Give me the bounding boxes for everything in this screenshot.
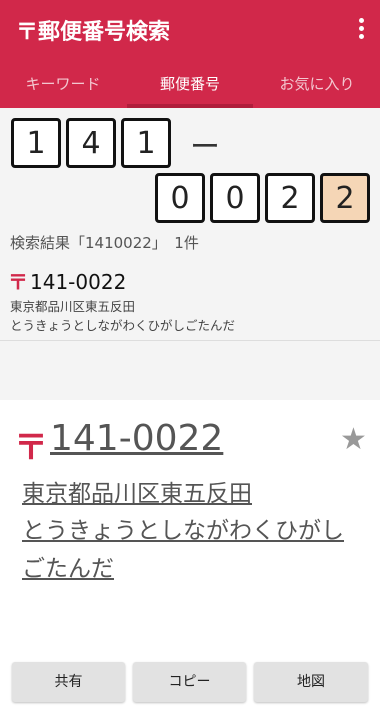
digit-box-1[interactable]: 1 (11, 118, 61, 168)
list-item[interactable]: 〒 141-0022 東京都品川区東五反田 とうきょうとしながわくひがしごたんだ (0, 262, 380, 340)
app-title: 〒郵便番号検索 (16, 20, 171, 45)
digit-box-5[interactable]: 0 (210, 173, 260, 223)
more-vert-icon[interactable] (356, 18, 366, 42)
app-bar: 〒郵便番号検索 (0, 0, 380, 60)
digit-box-6[interactable]: 2 (265, 173, 315, 223)
search-results-count: 検索結果「1410022」 1件 (10, 234, 199, 252)
digit-box-2[interactable]: 4 (66, 118, 116, 168)
postal-mark-icon: 〒 (8, 270, 28, 294)
digit-box-3[interactable]: 1 (121, 118, 171, 168)
result-postal-code: 141-0022 (30, 270, 127, 294)
digit-box-7-current[interactable]: 2 (320, 173, 370, 223)
share-button[interactable]: 共有 (12, 662, 125, 702)
copy-button[interactable]: コピー (133, 662, 246, 702)
tab-favorites[interactable]: お気に入り (254, 60, 380, 108)
detail-kana[interactable]: とうきょうとしながわくひがしごたんだ (22, 512, 362, 588)
detail-address[interactable]: 東京都品川区東五反田 (22, 474, 252, 508)
postal-mark-icon: 〒 (14, 428, 48, 468)
map-button[interactable]: 地図 (254, 662, 368, 702)
result-kana: とうきょうとしながわくひがしごたんだ (10, 318, 236, 333)
postal-separator: ー (190, 130, 220, 165)
result-address: 東京都品川区東五反田 (10, 299, 136, 314)
result-code-line: 〒 141-0022 (8, 266, 126, 295)
star-icon[interactable]: ★ (340, 422, 367, 457)
tab-bar: キーワード 郵便番号 お気に入り (0, 60, 380, 108)
tab-keyword[interactable]: キーワード (0, 60, 126, 108)
digit-box-4[interactable]: 0 (155, 173, 205, 223)
tab-postal-code[interactable]: 郵便番号 (127, 60, 253, 108)
detail-postal-code[interactable]: 141-0022 (50, 418, 223, 459)
divider (0, 340, 380, 341)
tab-indicator (127, 104, 253, 108)
